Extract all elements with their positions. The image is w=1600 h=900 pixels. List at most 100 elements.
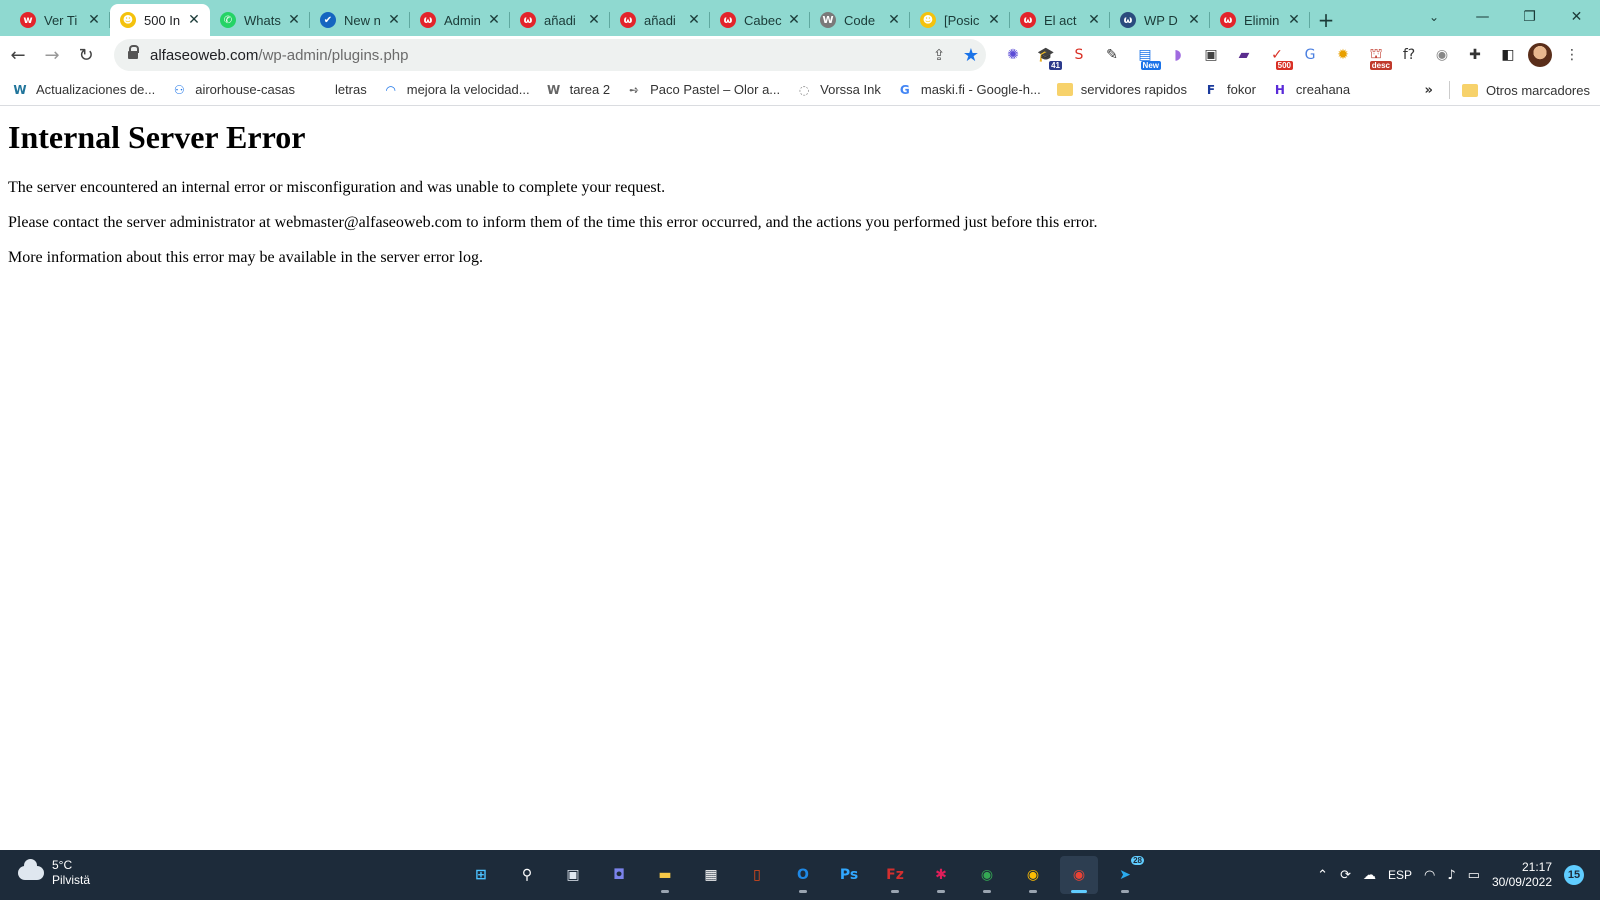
close-tab-icon[interactable]: ✕: [1086, 12, 1102, 28]
tab-6[interactable]: ω añadi ✕: [610, 4, 710, 36]
telegram-button[interactable]: ➤ 28: [1106, 856, 1144, 894]
share-icon[interactable]: ⇪: [930, 46, 948, 64]
file-explorer-button[interactable]: ▬: [646, 856, 684, 894]
close-tab-icon[interactable]: ✕: [1286, 12, 1302, 28]
wing-extension-icon[interactable]: ◗: [1165, 42, 1191, 68]
new-extension-icon[interactable]: ▤ New: [1132, 42, 1161, 70]
bookmark-item[interactable]: ⚇ airorhouse-casas: [171, 82, 295, 98]
minimize-button[interactable]: —: [1459, 0, 1506, 34]
bookmark-item[interactable]: ◌ Vorssa Ink: [796, 82, 881, 98]
kebab-menu-icon[interactable]: ⋮: [1559, 42, 1585, 68]
tab-1[interactable]: ☻ 500 In ✕: [110, 4, 210, 36]
notification-badge[interactable]: 15: [1564, 865, 1584, 885]
url-text[interactable]: alfaseoweb.com/wp-admin/plugins.php: [150, 47, 409, 64]
close-window-button[interactable]: ✕: [1553, 0, 1600, 34]
tab-5[interactable]: ω añadi ✕: [510, 4, 610, 36]
desc-extension-icon[interactable]: ⛫ desc: [1363, 42, 1392, 70]
status-code-extension-icon[interactable]: ✓ 500: [1264, 42, 1293, 70]
tab-12[interactable]: ω Elimin ✕: [1210, 4, 1310, 36]
more-bookmarks-button[interactable]: »: [1425, 83, 1433, 98]
task-view-button[interactable]: ▣: [554, 856, 592, 894]
chrome-profile-1-button[interactable]: ◉: [968, 856, 1006, 894]
close-tab-icon[interactable]: ✕: [86, 12, 102, 28]
tab-10[interactable]: ω El act ✕: [1010, 4, 1110, 36]
tab-title: Elimin: [1244, 12, 1280, 28]
extension-glyph: ▣: [1204, 47, 1218, 63]
tab-8[interactable]: W Code ✕: [810, 4, 910, 36]
bookmark-item[interactable]: Gmaski.fi - Google-h...: [897, 82, 1041, 98]
pen-extension-icon[interactable]: ✎: [1099, 42, 1125, 68]
tab-0[interactable]: w Ver Ti ✕: [10, 4, 110, 36]
wifi-icon[interactable]: ◠: [1424, 868, 1435, 883]
sync-icon[interactable]: ⟳: [1340, 868, 1351, 883]
chart-extension-icon[interactable]: ▰: [1231, 42, 1257, 68]
tab-11[interactable]: ω WP D ✕: [1110, 4, 1210, 36]
bookmark-item[interactable]: ◠ mejora la velocidad...: [383, 82, 529, 98]
new-tab-button[interactable]: +: [1310, 4, 1342, 36]
start-button[interactable]: ⊞: [462, 856, 500, 894]
address-bar[interactable]: alfaseoweb.com/wp-admin/plugins.php ⇪ ★: [114, 39, 986, 71]
chrome-profile-3-button[interactable]: ◉: [1060, 856, 1098, 894]
tab-search-icon[interactable]: ⌄: [1418, 0, 1450, 34]
profile-avatar[interactable]: [1528, 43, 1552, 67]
folder-icon: [1056, 83, 1073, 96]
translate-extension-icon[interactable]: G: [1297, 42, 1323, 68]
photoshop-button[interactable]: Ps: [830, 856, 868, 894]
close-tab-icon[interactable]: ✕: [1186, 12, 1202, 28]
back-button[interactable]: ←: [2, 39, 34, 71]
s-extension-icon[interactable]: S: [1066, 42, 1092, 68]
volume-icon[interactable]: ♪: [1447, 868, 1455, 883]
restore-button[interactable]: ❐: [1506, 0, 1553, 34]
close-tab-icon[interactable]: ✕: [886, 12, 902, 28]
bookmark-item[interactable]: servidores rapidos: [1056, 82, 1188, 97]
close-tab-icon[interactable]: ✕: [486, 12, 502, 28]
slack-button[interactable]: ✱: [922, 856, 960, 894]
outlook-button[interactable]: O: [784, 856, 822, 894]
tab-3[interactable]: ✔ New n ✕: [310, 4, 410, 36]
camera-extension-icon[interactable]: ◉: [1429, 42, 1455, 68]
bookmark-label: servidores rapidos: [1080, 82, 1188, 97]
close-tab-icon[interactable]: ✕: [186, 12, 202, 28]
chevron-up-icon[interactable]: ⌃: [1317, 868, 1328, 883]
bookmark-star-icon[interactable]: ★: [962, 45, 980, 66]
snowflake-extension-icon[interactable]: ✺: [1000, 42, 1026, 68]
battery-icon[interactable]: ▭: [1468, 868, 1480, 883]
filezilla-button[interactable]: Fz: [876, 856, 914, 894]
image-extension-icon[interactable]: ▣: [1198, 42, 1224, 68]
bookmark-item[interactable]: Wtarea 2: [546, 82, 610, 98]
close-tab-icon[interactable]: ✕: [686, 12, 702, 28]
bookmark-item[interactable]: ➺ Paco Pastel – Olor a...: [626, 82, 780, 98]
search-button[interactable]: ⚲: [508, 856, 546, 894]
close-tab-icon[interactable]: ✕: [986, 12, 1002, 28]
tab-7[interactable]: ω Cabec ✕: [710, 4, 810, 36]
graduation-cap-extension-icon[interactable]: 🎓 41: [1033, 42, 1062, 70]
other-bookmarks-folder[interactable]: Otros marcadores: [1486, 83, 1590, 98]
puzzle-extension-icon[interactable]: ✚: [1462, 42, 1488, 68]
tab-2[interactable]: ✆ Whats ✕: [210, 4, 310, 36]
close-tab-icon[interactable]: ✕: [386, 12, 402, 28]
bookmark-item[interactable]: Ffokor: [1203, 82, 1256, 98]
bookmark-item[interactable]: W Actualizaciones de...: [12, 82, 155, 98]
tab-9[interactable]: ☻ [Posic ✕: [910, 4, 1010, 36]
close-tab-icon[interactable]: ✕: [786, 12, 802, 28]
weather-widget[interactable]: 5°C Pilvistä: [18, 858, 90, 888]
chrome-profile-2-button[interactable]: ◉: [1014, 856, 1052, 894]
store-button[interactable]: ▦: [692, 856, 730, 894]
sidepanel-icon[interactable]: ◧: [1495, 42, 1521, 68]
tab-4[interactable]: ω Admin ✕: [410, 4, 510, 36]
bookmark-item[interactable]: Hcreahana: [1272, 82, 1350, 98]
forward-button[interactable]: →: [36, 39, 68, 71]
office-button[interactable]: ▯: [738, 856, 776, 894]
reload-button[interactable]: ↻: [70, 39, 102, 71]
close-tab-icon[interactable]: ✕: [586, 12, 602, 28]
seo-extension-icon[interactable]: ✹: [1330, 42, 1356, 68]
font-extension-icon[interactable]: f?: [1396, 42, 1422, 68]
close-tab-icon[interactable]: ✕: [286, 12, 302, 28]
onedrive-cloud-icon[interactable]: ☁: [1363, 868, 1376, 883]
teams-chat-button[interactable]: ◘: [600, 856, 638, 894]
wordpress-icon: W: [13, 82, 27, 97]
clock[interactable]: 21:17 30/09/2022: [1492, 860, 1552, 890]
lock-icon[interactable]: [128, 45, 139, 61]
bookmark-item[interactable]: letras: [311, 82, 367, 98]
language-indicator[interactable]: ESP: [1388, 868, 1412, 882]
